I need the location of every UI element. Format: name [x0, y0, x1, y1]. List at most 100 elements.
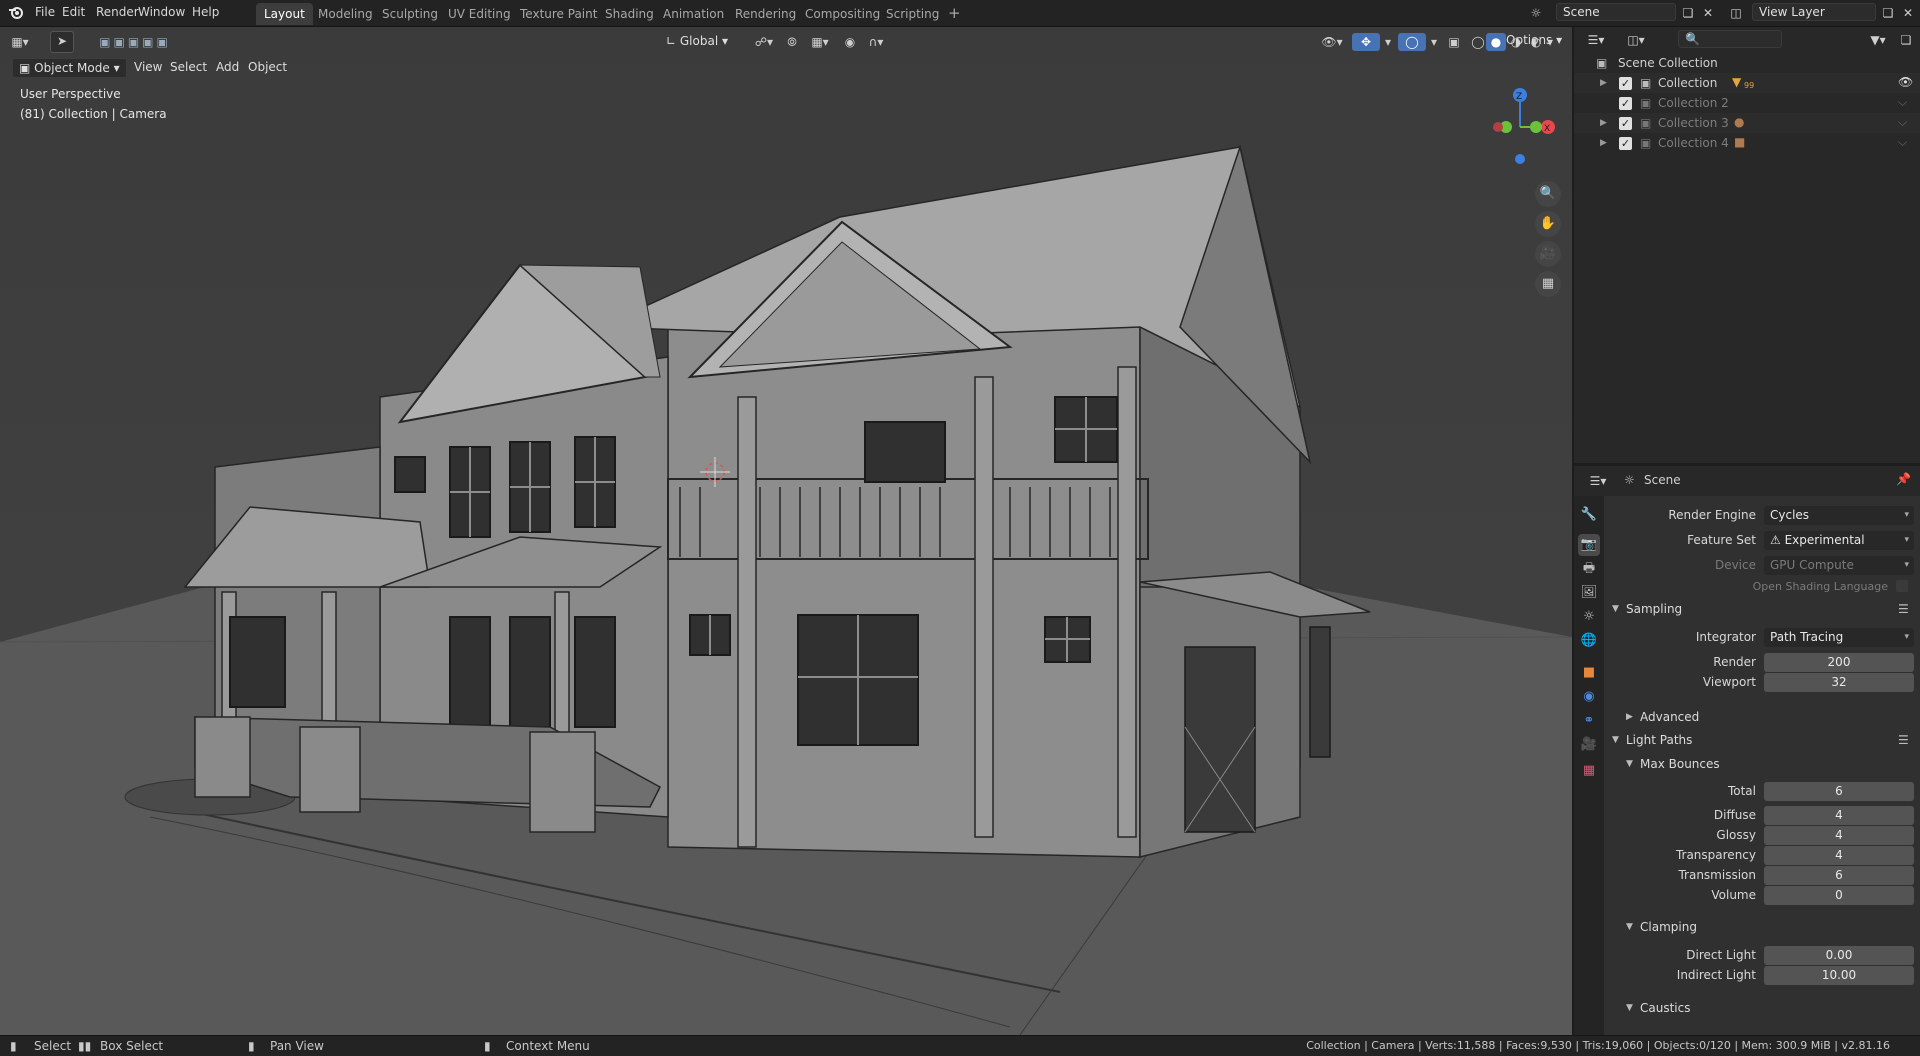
camera-view-icon[interactable]: 🎥	[1535, 241, 1561, 267]
device-dropdown[interactable]: GPU Compute ▾	[1764, 556, 1914, 575]
collection-checkbox[interactable]: ✓	[1619, 97, 1632, 110]
collection-checkbox[interactable]: ✓	[1619, 137, 1632, 150]
properties-editor-type-icon[interactable]: ☰▾	[1584, 472, 1612, 490]
viewport-menu-select[interactable]: Select	[164, 58, 213, 78]
tool-tab-icon[interactable]: 🔧	[1578, 504, 1600, 526]
render-engine-dropdown[interactable]: Cycles ▾	[1764, 506, 1914, 525]
overlays-dropdown-icon[interactable]: ▾	[1428, 33, 1440, 51]
glossy-bounces-field[interactable]: 4	[1764, 826, 1914, 845]
pin-icon[interactable]: 📌	[1896, 472, 1911, 486]
3d-viewport[interactable]: ▦▾ ➤ ▣▣▣▣▣ ▣ Object Mode ▾ View Select A…	[0, 27, 1572, 1035]
integrator-dropdown[interactable]: Path Tracing ▾	[1764, 628, 1914, 647]
tab-modeling[interactable]: Modeling	[310, 3, 381, 25]
constraints-tab-icon[interactable]: ⚭	[1578, 710, 1600, 732]
view-layer-tab-icon[interactable]: 🖼	[1578, 582, 1600, 604]
expand-triangle-icon[interactable]: ▶	[1600, 118, 1607, 128]
menu-render[interactable]: Render	[96, 5, 139, 19]
editor-type-icon[interactable]: ▦▾	[10, 33, 30, 51]
blender-logo-icon[interactable]	[6, 4, 26, 22]
tab-uv-editing[interactable]: UV Editing	[440, 3, 519, 25]
tab-animation[interactable]: Animation	[655, 3, 732, 25]
snap-target-icon[interactable]: ▦▾	[806, 33, 834, 51]
presets-list-icon[interactable]: ☰	[1898, 729, 1909, 751]
viewport-samples-field[interactable]: 32	[1764, 673, 1914, 692]
outliner-row-collection-3[interactable]: ▶ ✓ ▣ Collection 3 ● ⌵	[1574, 113, 1920, 133]
display-mode-icon[interactable]: ◫▾	[1622, 31, 1650, 49]
outliner-search-input[interactable]: 🔍	[1678, 30, 1782, 48]
viewport-menu-object[interactable]: Object	[242, 58, 293, 78]
viewport-menu-view[interactable]: View	[128, 58, 168, 78]
output-tab-icon[interactable]: 🖶	[1578, 558, 1600, 580]
expand-triangle-icon[interactable]: ▶	[1600, 138, 1607, 148]
menu-window[interactable]: Window	[138, 5, 185, 19]
menu-help[interactable]: Help	[192, 5, 219, 19]
diffuse-bounces-field[interactable]: 4	[1764, 806, 1914, 825]
texture-tab-icon[interactable]: ▦	[1578, 760, 1600, 782]
outliner-row-collection-2[interactable]: ✓ ▣ Collection 2 ⌵	[1574, 93, 1920, 113]
xray-toggle-icon[interactable]: ▣	[1444, 33, 1464, 51]
selection-mode-icons[interactable]: ▣▣▣▣▣	[90, 33, 180, 51]
visibility-icon[interactable]: 👁▾	[1318, 33, 1346, 51]
pivot-point-icon[interactable]: ☍▾	[750, 33, 778, 51]
caustics-subpanel-header[interactable]: ▼ Caustics	[1604, 997, 1920, 1019]
wireframe-shading-icon[interactable]: ◯	[1468, 33, 1488, 51]
world-tab-icon[interactable]: 🌐	[1578, 630, 1600, 652]
eye-closed-icon[interactable]: ⌵	[1898, 115, 1907, 130]
select-tool-icon[interactable]: ➤	[50, 31, 74, 53]
eye-closed-icon[interactable]: ⌵	[1898, 95, 1907, 110]
indirect-light-field[interactable]: 10.00	[1764, 966, 1914, 985]
delete-view-layer-icon[interactable]: ✕	[1898, 4, 1918, 22]
tab-rendering[interactable]: Rendering	[727, 3, 804, 25]
total-bounces-field[interactable]: 6	[1764, 782, 1914, 801]
volume-bounces-field[interactable]: 0	[1764, 886, 1914, 905]
collection-checkbox[interactable]: ✓	[1619, 117, 1632, 130]
overlays-toggle-icon[interactable]: ◯	[1398, 33, 1426, 51]
outliner-editor-type-icon[interactable]: ☰▾	[1582, 31, 1610, 49]
transmission-bounces-field[interactable]: 6	[1764, 866, 1914, 885]
osl-checkbox[interactable]	[1896, 580, 1908, 592]
new-scene-icon[interactable]: ❏	[1678, 4, 1698, 22]
outliner-scene-collection[interactable]: ▣ Scene Collection	[1574, 53, 1920, 73]
sampling-panel-header[interactable]: ▼ Sampling ☰	[1604, 598, 1920, 620]
transform-orientation-dropdown[interactable]: ∟ Global ▾	[660, 32, 734, 52]
data-tab-icon[interactable]: 🎥	[1578, 734, 1600, 756]
zoom-icon[interactable]: 🔍	[1535, 181, 1561, 207]
navigation-gizmo[interactable]: Z X	[1480, 87, 1560, 167]
object-tab-icon[interactable]: ■	[1578, 662, 1600, 684]
new-view-layer-icon[interactable]: ❏	[1878, 4, 1898, 22]
light-paths-panel-header[interactable]: ▼ Light Paths ☰	[1604, 729, 1920, 751]
perspective-toggle-icon[interactable]: ▦	[1535, 271, 1561, 297]
presets-list-icon[interactable]: ☰	[1898, 598, 1909, 620]
view-layer-browse-icon[interactable]: ◫	[1726, 4, 1746, 22]
options-dropdown[interactable]: Options ▾	[1500, 31, 1568, 51]
feature-set-dropdown[interactable]: ⚠ Experimental ▾	[1764, 531, 1914, 550]
direct-light-field[interactable]: 0.00	[1764, 946, 1914, 965]
new-collection-icon[interactable]: ❏	[1896, 31, 1916, 49]
tab-scripting[interactable]: Scripting	[878, 3, 947, 25]
eye-icon[interactable]: 👁	[1898, 75, 1913, 89]
delete-scene-icon[interactable]: ✕	[1698, 4, 1718, 22]
outliner-row-collection[interactable]: ▶ ✓ ▣ Collection ▼ 99 👁	[1574, 73, 1920, 93]
pan-hand-icon[interactable]: ✋	[1535, 211, 1561, 237]
view-layer-field[interactable]: View Layer	[1752, 3, 1876, 21]
scene-browse-icon[interactable]: ☼	[1526, 4, 1546, 22]
tab-sculpting[interactable]: Sculpting	[374, 3, 446, 25]
tab-compositing[interactable]: Compositing	[797, 3, 888, 25]
clamping-subpanel-header[interactable]: ▼ Clamping	[1604, 916, 1920, 938]
gizmo-toggle-icon[interactable]: ✥	[1352, 33, 1380, 51]
render-samples-field[interactable]: 200	[1764, 653, 1914, 672]
transparency-bounces-field[interactable]: 4	[1764, 846, 1914, 865]
expand-triangle-icon[interactable]: ▶	[1600, 78, 1607, 88]
max-bounces-subpanel-header[interactable]: ▼ Max Bounces	[1604, 753, 1920, 775]
tab-layout[interactable]: Layout	[256, 3, 313, 25]
physics-tab-icon[interactable]: ◉	[1578, 686, 1600, 708]
menu-edit[interactable]: Edit	[62, 5, 85, 19]
add-workspace-button[interactable]: +	[940, 3, 969, 25]
tab-texture-paint[interactable]: Texture Paint	[512, 3, 605, 25]
advanced-subpanel-header[interactable]: ▶ Advanced	[1604, 706, 1920, 728]
gizmo-dropdown-icon[interactable]: ▾	[1382, 33, 1394, 51]
object-mode-dropdown[interactable]: ▣ Object Mode ▾	[12, 58, 127, 78]
filter-icon[interactable]: ▼▾	[1864, 31, 1892, 49]
collection-checkbox[interactable]: ✓	[1619, 77, 1632, 90]
menu-file[interactable]: File	[35, 5, 55, 19]
